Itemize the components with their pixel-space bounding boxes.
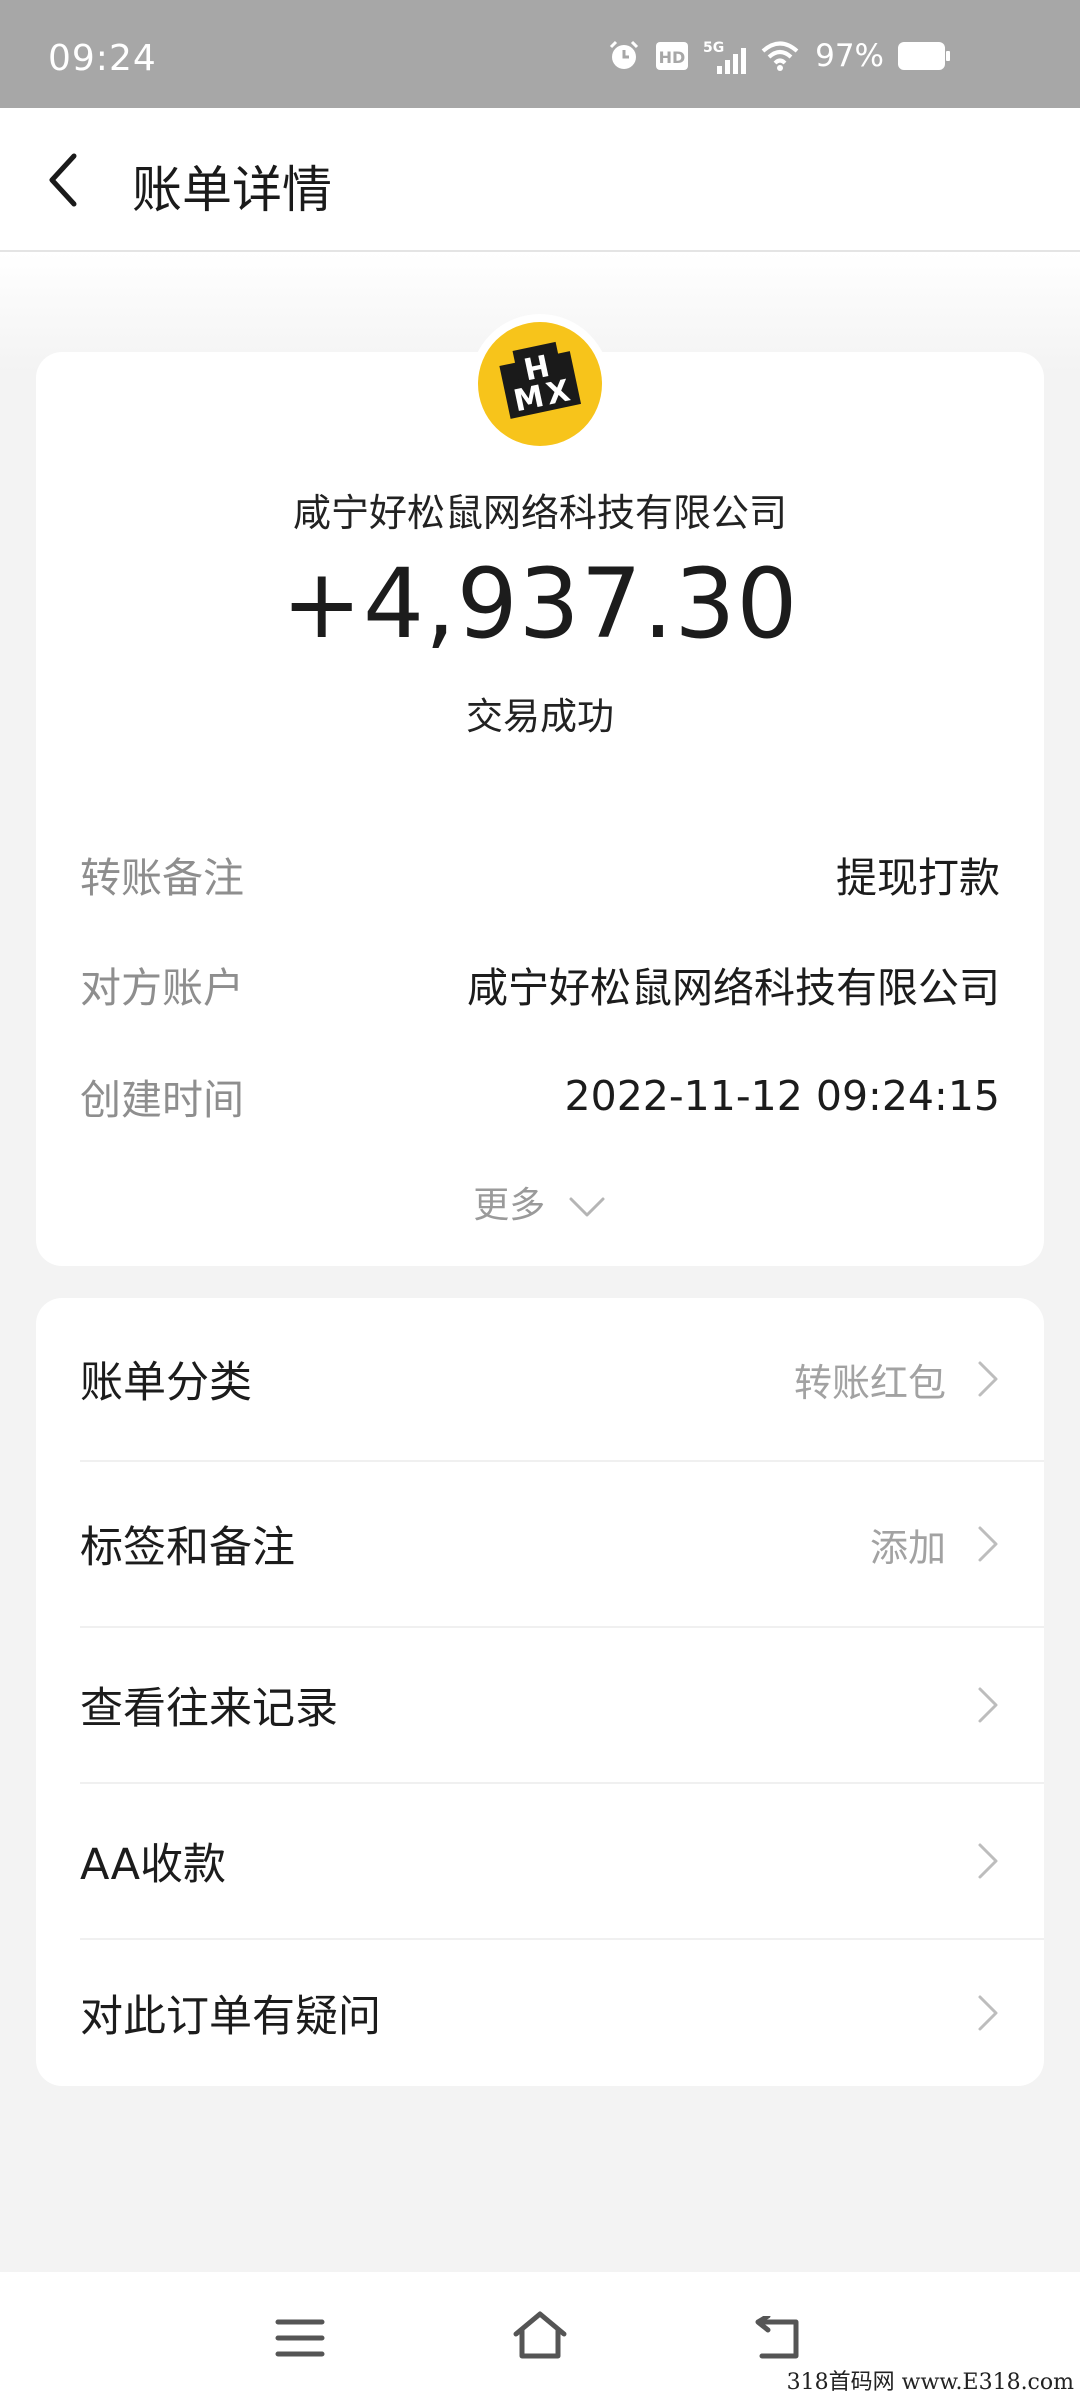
chevron-right-icon <box>978 1995 998 2031</box>
chevron-left-icon <box>49 153 77 207</box>
menu-item-order-question[interactable]: 对此订单有疑问 <box>36 1940 1044 2086</box>
menu-icon <box>275 2319 325 2357</box>
system-nav-bar: 318首码网 www.E318.com <box>0 2272 1080 2400</box>
chevron-right-icon <box>978 1361 998 1397</box>
detail-key: 创建时间 <box>80 1076 244 1124</box>
detail-value: 2022-11-12 09:24:15 <box>564 1072 1000 1120</box>
detail-key: 转账备注 <box>80 854 244 902</box>
menu-item-label: 对此订单有疑问 <box>80 1992 381 2042</box>
home-button[interactable] <box>510 2310 570 2366</box>
menu-item-label: 账单分类 <box>80 1358 252 1408</box>
watermark-text: 318首码网 www.E318.com <box>786 2370 1074 2395</box>
back-button[interactable] <box>40 148 92 212</box>
transaction-status: 交易成功 <box>466 695 614 738</box>
svg-text:HD: HD <box>659 48 686 67</box>
menu-item-aa-collect[interactable]: AA收款 <box>36 1784 1044 1938</box>
alarm-icon <box>610 40 639 69</box>
back-icon <box>755 2313 799 2359</box>
chevron-right-icon <box>978 1687 998 1723</box>
detail-value: 咸宁好松鼠网络科技有限公司 <box>467 964 1000 1012</box>
detail-row-remark: 转账备注 提现打款 <box>80 844 1000 904</box>
page-title: 账单详情 <box>132 161 332 219</box>
battery-percent: 97% <box>815 38 884 74</box>
merchant-name: 咸宁好松鼠网络科技有限公司 <box>292 491 787 535</box>
menu-item-value: 添加 <box>869 1525 946 1570</box>
menu-item-value: 转账红包 <box>793 1360 946 1405</box>
transaction-amount: +4,937.30 <box>281 548 799 660</box>
header-bar: 账单详情 <box>0 108 1080 252</box>
menu-item-transaction-history[interactable]: 查看往来记录 <box>36 1628 1044 1782</box>
detail-row-account: 对方账户 咸宁好松鼠网络科技有限公司 <box>80 954 1000 1014</box>
more-button[interactable]: 更多 <box>0 1176 1080 1228</box>
recent-apps-button[interactable] <box>274 2316 326 2364</box>
status-time: 09:24 <box>48 38 157 79</box>
hd-icon: HD <box>656 42 689 70</box>
detail-row-created-time: 创建时间 2022-11-12 09:24:15 <box>80 1066 1000 1126</box>
merchant-logo: H M X <box>478 322 602 446</box>
home-icon <box>513 2311 567 2359</box>
status-icons: HD 5G 97% <box>607 36 950 76</box>
chevron-right-icon <box>978 1526 998 1562</box>
menu-item-tags-notes[interactable]: 标签和备注 添加 <box>36 1462 1044 1626</box>
detail-value: 提现打款 <box>836 854 1000 902</box>
status-bar: 09:24 HD 5G 97% <box>0 0 1080 108</box>
chevron-right-icon <box>978 1843 998 1879</box>
menu-item-label: AA收款 <box>80 1840 227 1890</box>
menu-item-bill-category[interactable]: 账单分类 转账红包 <box>36 1298 1044 1460</box>
chevron-down-icon <box>569 1197 605 1217</box>
menu-item-label: 查看往来记录 <box>80 1684 338 1734</box>
detail-key: 对方账户 <box>80 964 244 1012</box>
wifi-icon <box>761 41 799 71</box>
bill-detail-screen: 09:24 HD 5G 97% 账单详情 H M X 咸宁好松鼠网络科技有限公司… <box>0 0 1080 2400</box>
back-nav-button[interactable] <box>752 2313 806 2368</box>
svg-text:5G: 5G <box>703 40 724 56</box>
menu-item-label: 标签和备注 <box>80 1523 295 1573</box>
battery-icon <box>898 42 950 70</box>
5g-signal-icon: 5G <box>703 40 747 74</box>
more-label: 更多 <box>473 1185 546 1226</box>
